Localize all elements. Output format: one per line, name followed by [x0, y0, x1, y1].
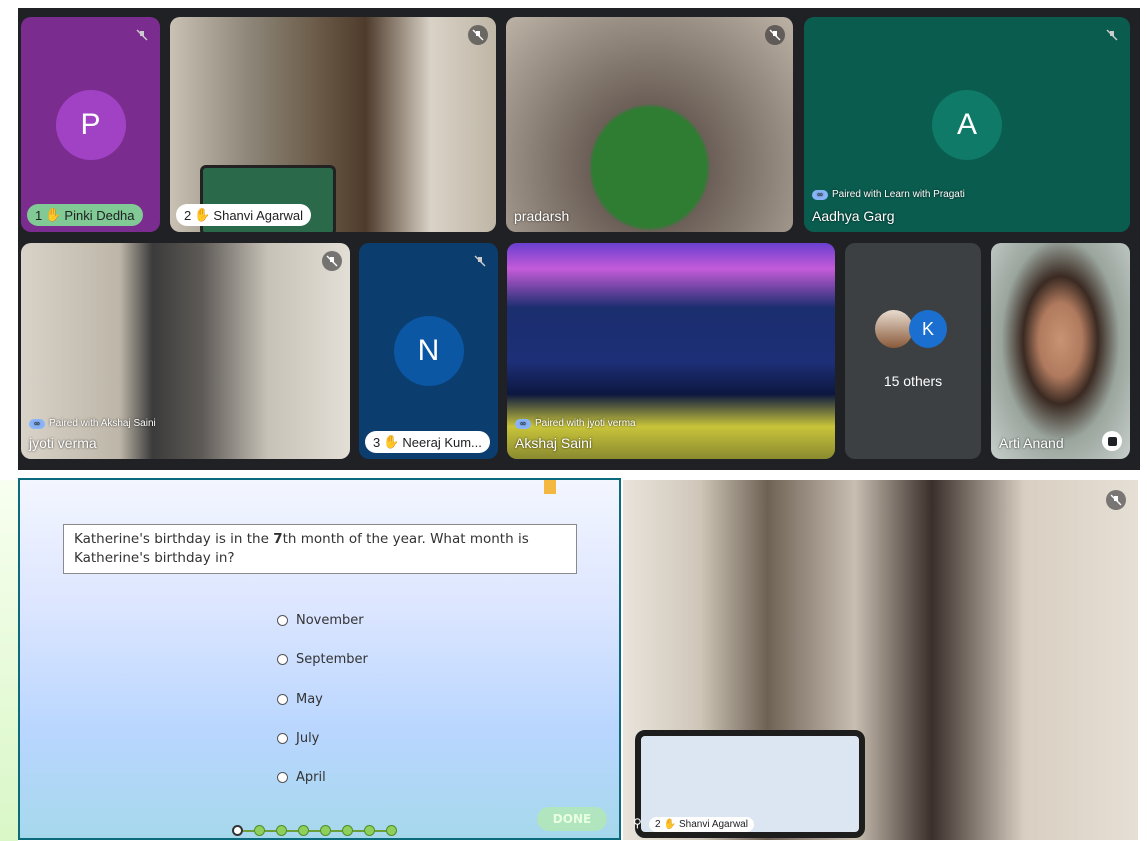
- progress-dot[interactable]: [342, 825, 353, 836]
- mic-off-icon: [470, 251, 490, 271]
- question-text: Katherine's birthday is in the 7th month…: [63, 524, 577, 574]
- paired-note: ∞ Paired with Learn with Pragati: [812, 189, 965, 200]
- video-feed: [991, 243, 1130, 459]
- meeting-grid: P 1 ✋ Pinki Dedha 2 ✋ Shanvi Agarwal pra…: [18, 8, 1140, 470]
- avatar: K: [909, 310, 947, 348]
- progress-connector: [353, 829, 364, 832]
- link-icon: ∞: [515, 418, 531, 429]
- participant-tile-akshaj[interactable]: ∞ Paired with jyoti verma Akshaj Saini: [507, 243, 835, 459]
- others-count: 15 others: [883, 373, 943, 389]
- name-label: pradarsh: [514, 208, 570, 224]
- name-label: 2 ✋ Shanvi Agarwal: [649, 817, 754, 832]
- answer-option[interactable]: April: [277, 770, 326, 785]
- progress-dot[interactable]: [386, 825, 397, 836]
- progress-dot[interactable]: [276, 825, 287, 836]
- paired-note: ∞ Paired with jyoti verma: [515, 418, 636, 429]
- avatar: [875, 310, 913, 348]
- participant-tile-pradarsh[interactable]: pradarsh: [506, 17, 793, 232]
- pin-icon[interactable]: ⚲: [633, 816, 642, 830]
- progress-dots: [232, 825, 397, 836]
- answer-option[interactable]: November: [277, 613, 364, 628]
- progress-dot[interactable]: [254, 825, 265, 836]
- participant-tile-aadhya[interactable]: A ∞ Paired with Learn with Pragati Aadhy…: [804, 17, 1130, 232]
- name-label: 2 ✋ Shanvi Agarwal: [176, 204, 312, 226]
- progress-connector: [243, 829, 254, 832]
- progress-dot[interactable]: [320, 825, 331, 836]
- radio-button[interactable]: [277, 615, 288, 626]
- spotlight-video[interactable]: ⚲ 2 ✋ Shanvi Agarwal: [623, 480, 1138, 840]
- progress-dot[interactable]: [232, 825, 243, 836]
- avatar: P: [55, 89, 126, 160]
- progress-connector: [287, 829, 298, 832]
- pin-icon[interactable]: [1102, 431, 1122, 451]
- paired-note: ∞ Paired with Akshaj Saini: [29, 418, 156, 429]
- mic-off-icon: [468, 25, 488, 45]
- progress-connector: [331, 829, 342, 832]
- participant-tile-shanvi[interactable]: 2 ✋ Shanvi Agarwal: [170, 17, 496, 232]
- quiz-panel: Katherine's birthday is in the 7th month…: [18, 478, 621, 840]
- name-label: Arti Anand: [999, 435, 1064, 451]
- name-label: 3 ✋ Neeraj Kum...: [365, 431, 490, 453]
- mic-off-icon: [1102, 25, 1122, 45]
- avatar: N: [393, 316, 464, 386]
- participant-tile-jyoti[interactable]: ∞ Paired with Akshaj Saini jyoti verma: [21, 243, 350, 459]
- name-label: Akshaj Saini: [515, 435, 593, 451]
- raised-hand-icon: ✋: [663, 819, 677, 830]
- others-tile[interactable]: K 15 others: [845, 243, 981, 459]
- radio-button[interactable]: [277, 733, 288, 744]
- participant-tile-pinki[interactable]: P 1 ✋ Pinki Dedha: [21, 17, 160, 232]
- name-label: jyoti verma: [29, 435, 97, 451]
- done-button[interactable]: DONE: [537, 807, 607, 831]
- raised-hand-icon: ✋: [45, 207, 62, 222]
- video-feed: [506, 17, 793, 232]
- link-icon: ∞: [29, 418, 45, 429]
- progress-connector: [309, 829, 320, 832]
- participant-tile-arti[interactable]: Arti Anand: [991, 243, 1130, 459]
- mic-off-icon: [322, 251, 342, 271]
- radio-button[interactable]: [277, 654, 288, 665]
- name-label: Aadhya Garg: [812, 208, 895, 224]
- answer-option[interactable]: May: [277, 692, 323, 707]
- answer-option[interactable]: July: [277, 731, 319, 746]
- mic-off-icon: [765, 25, 785, 45]
- progress-connector: [265, 829, 276, 832]
- link-icon: ∞: [812, 189, 828, 200]
- progress-dot[interactable]: [298, 825, 309, 836]
- others-avatars: K: [875, 310, 947, 348]
- name-label: 1 ✋ Pinki Dedha: [27, 204, 143, 226]
- mic-off-icon: [1106, 490, 1126, 510]
- progress-connector: [375, 829, 386, 832]
- progress-dot[interactable]: [364, 825, 375, 836]
- answer-option[interactable]: September: [277, 652, 368, 667]
- radio-button[interactable]: [277, 694, 288, 705]
- side-strip: [0, 480, 18, 841]
- participant-tile-neeraj[interactable]: N 3 ✋ Neeraj Kum...: [359, 243, 498, 459]
- avatar: A: [932, 89, 1002, 160]
- raised-hand-icon: ✋: [194, 207, 211, 222]
- radio-button[interactable]: [277, 772, 288, 783]
- bookmark-icon[interactable]: [544, 480, 556, 494]
- raised-hand-icon: ✋: [383, 434, 400, 449]
- mic-off-icon: [132, 25, 152, 45]
